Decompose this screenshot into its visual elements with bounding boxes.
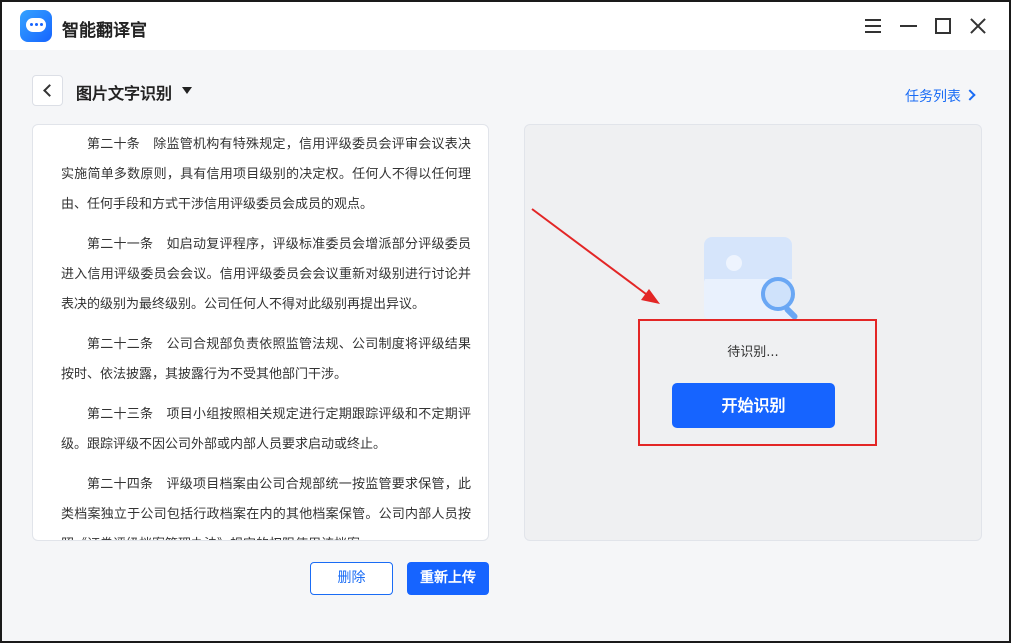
- app-logo-icon: [20, 10, 52, 42]
- back-button[interactable]: [32, 75, 63, 106]
- annotation-arrow: [531, 208, 660, 304]
- menu-icon[interactable]: [861, 14, 885, 38]
- caret-down-icon[interactable]: [182, 87, 192, 94]
- minimize-icon[interactable]: [897, 14, 921, 38]
- document-paragraph: 第二十四条 评级项目档案由公司合规部统一按监管要求保管，此类档案独立于公司包括行…: [61, 477, 471, 540]
- close-icon[interactable]: [966, 14, 990, 38]
- maximize-icon[interactable]: [931, 14, 955, 38]
- document-paragraph: 第二十三条 项目小组按照相关规定进行定期跟踪评级和不定期评级。跟踪评级不因公司外…: [61, 407, 471, 452]
- document-text: 第二十条 除监管机构有特殊规定，信用评级委员会评审会议表决实施简单多数原则，具有…: [61, 130, 471, 540]
- document-paragraph: 第二十一条 如启动复评程序，评级标准委员会增派部分评级委员进入信用评级委员会会议…: [61, 237, 471, 312]
- app-title: 智能翻译官: [62, 21, 147, 41]
- delete-button[interactable]: 删除: [310, 562, 393, 595]
- annotation-highlight-box: [638, 319, 877, 446]
- magnifier-icon: [761, 277, 795, 311]
- page-title[interactable]: 图片文字识别: [76, 80, 172, 104]
- app-window: 智能翻译官 图片文字识别 任务列表 第二十条 除监管机构有特殊规定，信用评级委员…: [0, 0, 1011, 643]
- chevron-right-icon[interactable]: [964, 89, 976, 101]
- document-paragraph: 第二十条 除监管机构有特殊规定，信用评级委员会评审会议表决实施简单多数原则，具有…: [61, 137, 471, 212]
- title-bar: 智能翻译官: [2, 2, 1009, 50]
- back-arrow-icon: [43, 84, 56, 97]
- document-preview[interactable]: 第二十条 除监管机构有特殊规定，信用评级委员会评审会议表决实施简单多数原则，具有…: [32, 124, 489, 541]
- document-paragraph: 第二十二条 公司合规部负责依照监管法规、公司制度将评级结果按时、依法披露，其披露…: [61, 337, 471, 382]
- task-list-link[interactable]: 任务列表: [905, 86, 961, 106]
- reupload-button[interactable]: 重新上传: [407, 562, 489, 595]
